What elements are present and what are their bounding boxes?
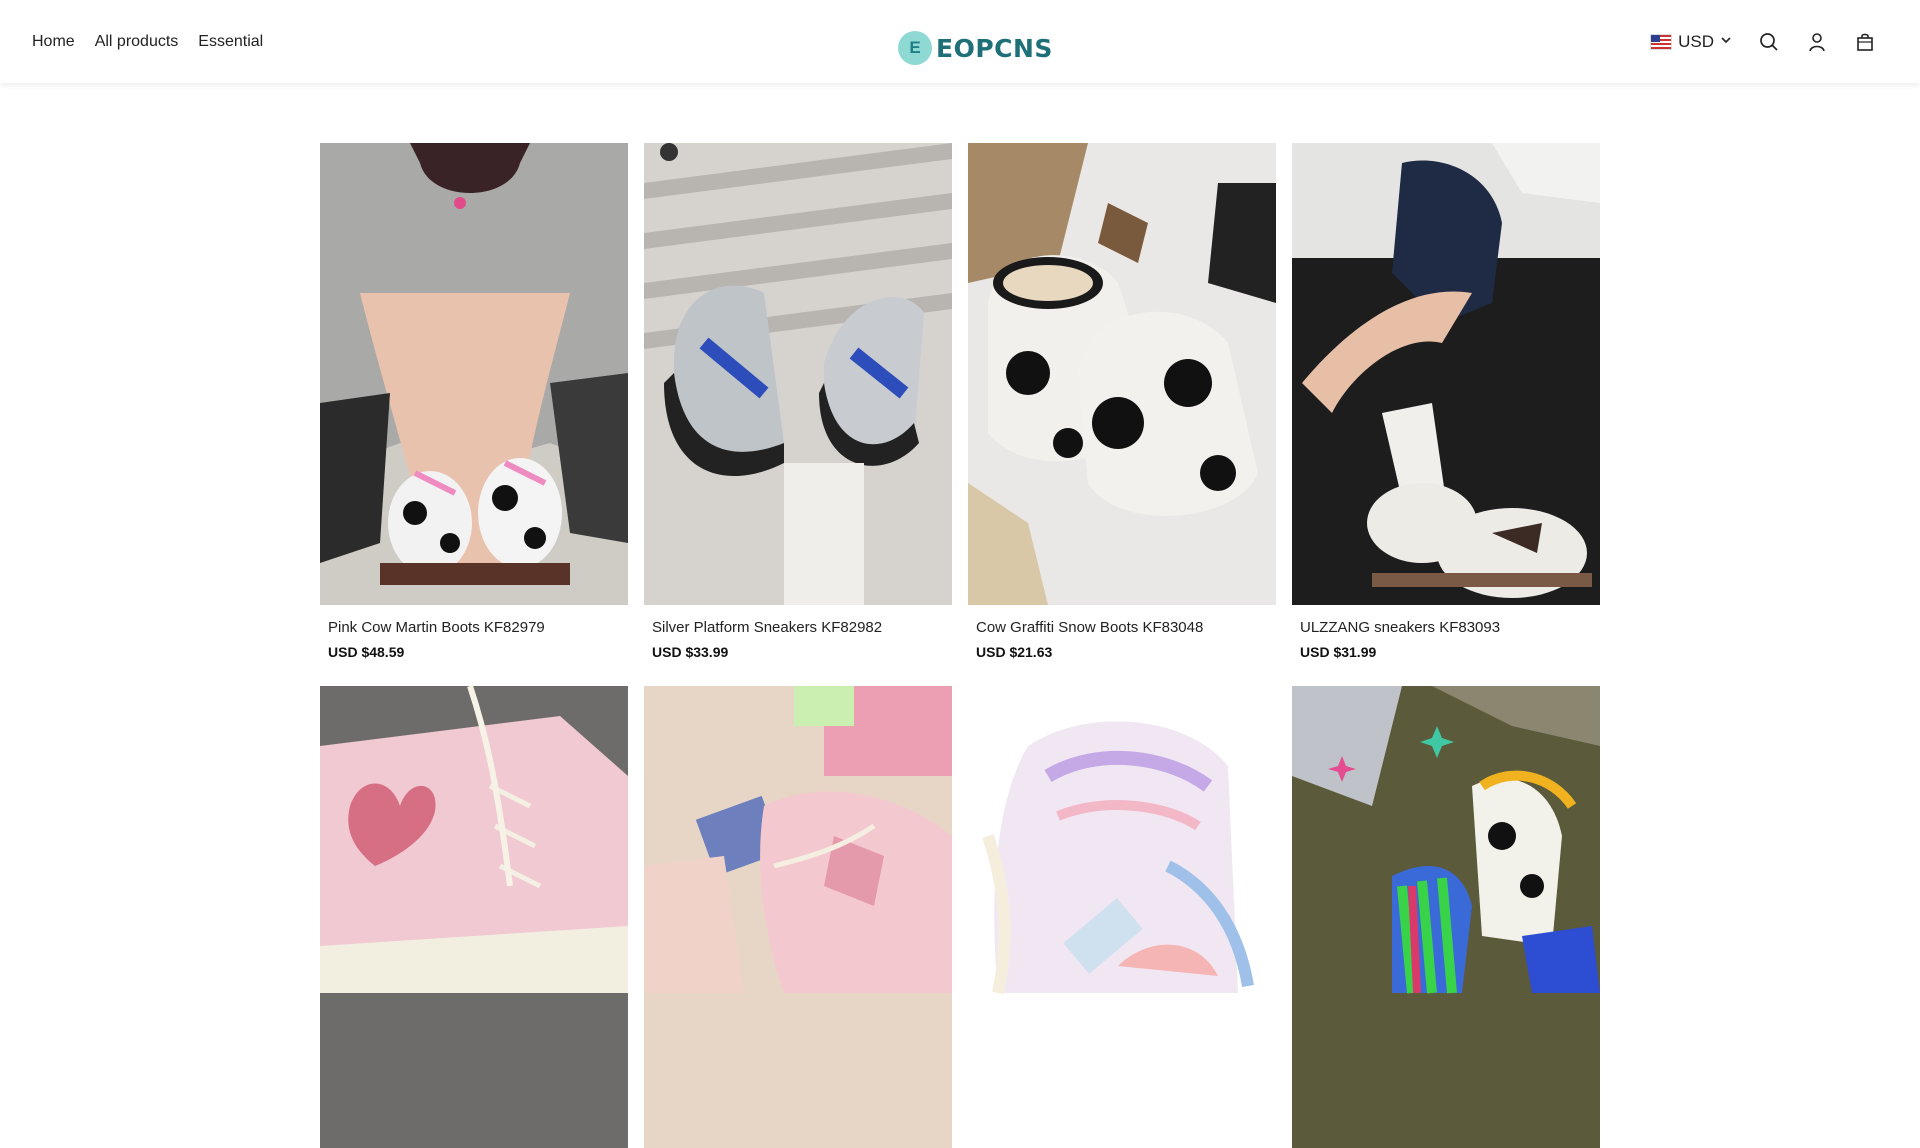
search-icon[interactable] xyxy=(1758,31,1780,53)
product-title[interactable]: Silver Platform Sneakers KF82982 xyxy=(652,619,952,636)
product-card[interactable] xyxy=(320,686,628,1148)
logo-text: EOPCNS xyxy=(936,33,1053,63)
nav-essential-link[interactable]: Essential xyxy=(198,33,263,51)
currency-label: USD xyxy=(1678,31,1714,51)
product-card[interactable]: Silver Platform Sneakers KF82982 USD $33… xyxy=(644,143,952,660)
us-flag-icon xyxy=(1650,33,1673,50)
product-card[interactable]: ULZZANG sneakers KF83093 USD $31.99 xyxy=(1292,143,1600,660)
product-image[interactable] xyxy=(968,143,1276,605)
product-image[interactable] xyxy=(1292,143,1600,605)
main-nav: Home All products Essential xyxy=(32,0,263,83)
cart-icon[interactable] xyxy=(1854,31,1876,53)
product-image[interactable] xyxy=(644,686,952,1148)
product-card[interactable]: Pink Cow Martin Boots KF82979 USD $48.59 xyxy=(320,143,628,660)
nav-home-link[interactable]: Home xyxy=(32,33,75,51)
account-icon[interactable] xyxy=(1806,31,1828,53)
product-card[interactable]: Cow Graffiti Snow Boots KF83048 USD $21.… xyxy=(968,143,1276,660)
product-card[interactable] xyxy=(1292,686,1600,1148)
product-price: USD $48.59 xyxy=(328,644,405,660)
product-title[interactable]: Cow Graffiti Snow Boots KF83048 xyxy=(976,619,1276,636)
currency-selector[interactable]: USD xyxy=(1650,32,1732,52)
product-price: USD $33.99 xyxy=(652,644,729,660)
product-image[interactable] xyxy=(644,143,952,605)
site-header: Home All products Essential E EOPCNS USD xyxy=(0,0,1920,83)
product-title[interactable]: Pink Cow Martin Boots KF82979 xyxy=(328,619,628,636)
product-price: USD $31.99 xyxy=(1300,644,1377,660)
product-price: USD $21.63 xyxy=(976,644,1053,660)
brand-logo[interactable]: E EOPCNS xyxy=(898,30,1053,66)
header-tools: USD xyxy=(1650,0,1876,83)
product-card[interactable] xyxy=(644,686,952,1148)
product-card[interactable] xyxy=(968,686,1276,1148)
product-image[interactable] xyxy=(320,143,628,605)
nav-all-products-link[interactable]: All products xyxy=(95,33,179,51)
product-image[interactable] xyxy=(1292,686,1600,1148)
logo-badge: E xyxy=(898,31,932,65)
chevron-down-icon xyxy=(1720,33,1732,51)
product-title[interactable]: ULZZANG sneakers KF83093 xyxy=(1300,619,1600,636)
product-image[interactable] xyxy=(320,686,628,1148)
product-image[interactable] xyxy=(968,686,1276,1148)
